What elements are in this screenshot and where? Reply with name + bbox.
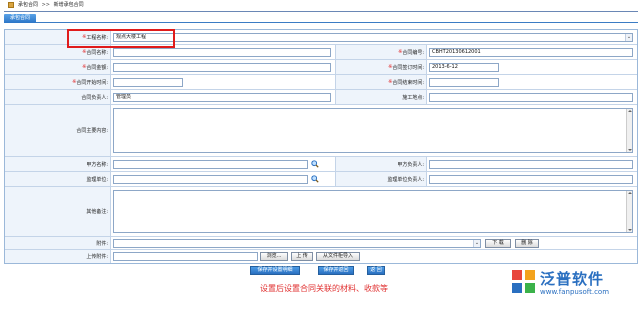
row-remarks: 其他备注: [5,187,637,237]
caption: 设置后设置合同关联的材料、收款等 [260,284,388,293]
breadcrumb-separator: >> [41,2,50,8]
contract-no-label: ※ 合同编号: [335,45,427,59]
sign-date-label: ※ 合同签订时间: [335,60,427,74]
row-owner: 合同负责人: 管理员 施工地点: [5,90,637,105]
download-button[interactable]: 下 载 [485,239,511,248]
top-bar: 承包合同 >> 新增承包合同 [0,0,642,11]
attachment-select[interactable]: ⌄ [113,239,481,248]
breadcrumb: 承包合同 >> 新增承包合同 [18,2,84,9]
browse-button[interactable]: 浏览... [260,252,288,261]
row-party-a: 甲方名称: 甲方负责人: [5,157,637,172]
home-icon [8,2,14,8]
supervisor-label: 监理单位: [5,172,111,186]
upload-label: 上传附件: [5,250,111,263]
search-icon[interactable] [311,160,319,168]
supervisor-input[interactable] [113,175,308,184]
party-a-owner-input[interactable] [429,160,633,169]
search-icon[interactable] [311,175,319,183]
row-attachment: 附件: ⌄ 下 载 删 除 [5,237,637,250]
upload-button[interactable]: 上 传 [291,252,313,261]
contract-form: ※ 工程名称: 观点大楼工程 ⌄ ※ 合同名称: ※ 合同编号: CBHT201306… [4,29,638,264]
highlight-box [67,29,175,48]
breadcrumb-parent[interactable]: 承包合同 [18,2,38,8]
party-a-owner-label: 甲方负责人: [335,157,427,171]
row-upload: 上传附件: 浏览... 上 传 从文件柜导入 [5,250,637,263]
save-and-return-button[interactable]: 保存并返回 [318,266,354,275]
tab-bar: 承包合同 [4,14,638,23]
supervisor-owner-input[interactable] [429,175,633,184]
tab-contract[interactable]: 承包合同 [4,14,37,23]
end-date-input[interactable] [429,78,499,87]
contract-owner-input[interactable]: 管理员 [113,93,331,102]
scrollbar[interactable] [626,191,632,232]
party-a-input[interactable] [113,160,308,169]
breadcrumb-current: 新增承包合同 [53,2,84,8]
contract-amount-input[interactable] [113,63,331,72]
start-date-label: ※ 合同开始时间: [5,75,111,89]
main-content-label: 合同主要内容: [5,105,111,156]
supervisor-owner-label: 监理单位负责人: [335,172,427,186]
contract-owner-label: 合同负责人: [5,90,111,104]
contract-name-input[interactable] [113,48,331,57]
row-dates: ※ 合同开始时间: ※ 合同结束时间: [5,75,637,90]
upload-file-input[interactable] [113,252,258,261]
logo-name: 泛普软件 [540,270,605,288]
construction-site-label: 施工地点: [335,90,427,104]
remarks-label: 其他备注: [5,187,111,236]
row-main-content: 合同主要内容: [5,105,637,157]
row-contract-amount: ※ 合同金额: ※ 合同签订时间: 2013-6-12 [5,60,637,75]
contract-amount-label: ※ 合同金额: [5,60,111,74]
header-divider [4,11,638,12]
logo: 泛普软件 www.fanpusoft.com [511,268,639,306]
remarks-textarea[interactable] [113,190,633,233]
project-name-select[interactable]: 观点大楼工程 ⌄ [113,33,633,42]
back-button[interactable]: 返 回 [367,266,385,275]
chevron-down-icon: ⌄ [625,34,632,41]
end-date-label: ※ 合同结束时间: [335,75,427,89]
scrollbar[interactable] [626,109,632,152]
sign-date-input[interactable]: 2013-6-12 [429,63,499,72]
row-supervisor: 监理单位: 监理单位负责人: [5,172,637,187]
party-a-label: 甲方名称: [5,157,111,171]
main-content-textarea[interactable] [113,108,633,153]
chevron-down-icon: ⌄ [473,240,480,247]
import-from-cabinet-button[interactable]: 从文件柜导入 [316,252,360,261]
logo-url: www.fanpusoft.com [540,288,610,296]
delete-button[interactable]: 删 除 [515,239,539,248]
attachment-label: 附件: [5,237,111,249]
start-date-input[interactable] [113,78,183,87]
contract-no-input[interactable]: CBHT20130612001 [429,48,633,57]
logo-icon [512,270,535,293]
construction-site-input[interactable] [429,93,633,102]
save-and-set-detail-button[interactable]: 保存并设置明细 [250,266,300,275]
